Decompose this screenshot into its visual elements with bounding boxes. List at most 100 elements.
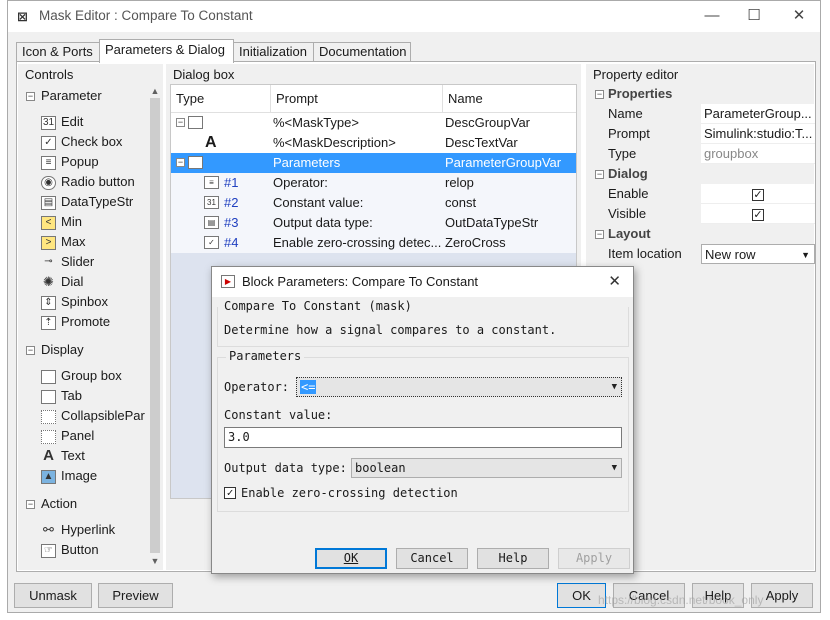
zero-crossing-checkbox[interactable]: ✓ [224,487,236,499]
control-collapsiblepanel[interactable]: CollapsiblePar [41,406,145,426]
visible-checkbox[interactable]: ✓ [752,208,764,221]
collapse-icon[interactable]: − [176,118,185,127]
control-radio-button[interactable]: ◉ Radio button [41,172,135,192]
unmask-button[interactable]: Unmask [14,583,92,608]
tab-parameters-dialog[interactable]: Parameters & Dialog [99,39,234,63]
control-panel-label: Panel [61,428,95,443]
chevron-down-icon: ▼ [801,250,810,260]
output-type-value: boolean [355,461,406,475]
prop-type-key: Type [608,146,637,161]
control-promote[interactable]: ⇡ Promote [41,312,110,332]
dialog-close-icon[interactable]: ✕ [608,272,621,290]
scrollbar-thumb[interactable] [150,98,160,553]
table-row[interactable]: A %<MaskDescription> DescTextVar [171,133,576,153]
collapsible-control-icon [41,409,56,424]
enable-checkbox[interactable]: ✓ [752,188,764,201]
constant-label: Constant value: [224,408,333,422]
control-edit[interactable]: 31 Edit [41,112,83,132]
minimize-button[interactable]: — [697,4,727,28]
checkbox-icon: ✓ [204,236,219,249]
prop-enable-value: ✓ [701,184,815,204]
prop-prompt-key: Prompt [608,126,650,141]
constant-input[interactable]: 3.0 [224,427,622,448]
collapse-icon[interactable]: − [176,158,185,167]
prop-prompt-value[interactable]: Simulink:studio:T... [701,124,815,144]
text-icon: A [205,134,217,151]
dialog-ok-label: OK [343,551,359,565]
scroll-up-icon[interactable]: ▲ [147,86,163,96]
chevron-down-icon: ▼ [611,463,617,473]
group-parameter[interactable]: − Parameter [26,88,102,103]
property-editor-heading: Property editor [593,67,679,82]
output-type-select[interactable]: boolean ▼ [351,458,622,478]
close-button[interactable]: ✕ [784,4,814,28]
group-action-label: Action [41,496,78,511]
dial-control-icon: ✺ [43,273,54,289]
column-type[interactable]: Type [171,85,271,113]
control-min-label: Min [61,214,82,229]
dialog-cancel-label: Cancel [410,551,454,565]
edit-control-icon: 31 [41,115,56,130]
prop-item-location-key: Item location [608,246,682,261]
control-image[interactable]: ▲ Image [41,466,97,486]
control-check-box[interactable]: ✓ Check box [41,132,122,152]
scroll-down-icon[interactable]: ▼ [147,556,163,566]
control-radio-button-label: Radio button [61,174,135,189]
control-min[interactable]: < Min [41,212,82,232]
table-row[interactable]: ≡ #1 Operator: relop [171,173,576,193]
collapse-icon[interactable]: − [595,170,604,180]
table-row[interactable]: ✓ #4 Enable zero-crossing detec... ZeroC… [171,233,576,253]
parameters-legend: Parameters [226,349,305,363]
tab-documentation[interactable]: Documentation [313,42,411,62]
column-name[interactable]: Name [443,85,576,113]
control-hyperlink[interactable]: ⚯ Hyperlink [41,520,115,540]
dialog-ok-button[interactable]: OK [315,548,387,569]
prop-visible-value: ✓ [701,204,815,224]
dialog-cancel-button[interactable]: Cancel [396,548,468,569]
control-panel[interactable]: Panel [41,426,94,446]
operator-select[interactable]: <= ▼ [296,377,622,397]
control-slider-label: Slider [61,254,95,269]
group-display[interactable]: − Display [26,342,84,357]
table-row[interactable]: ▤ #3 Output data type: OutDataTypeStr [171,213,576,233]
group-action[interactable]: − Action [26,496,77,511]
preview-button[interactable]: Preview [98,583,173,608]
collapse-icon[interactable]: − [595,90,604,100]
control-slider[interactable]: ⊸ Slider [41,252,94,272]
item-location-select[interactable]: New row ▼ [701,244,815,264]
control-group-box[interactable]: Group box [41,366,122,386]
control-popup[interactable]: ≡ Popup [41,152,99,172]
row-name: relop [445,175,474,190]
control-promote-label: Promote [61,314,111,329]
column-prompt[interactable]: Prompt [271,85,443,113]
dialog-help-button[interactable]: Help [477,548,549,569]
tab-initialization[interactable]: Initialization [233,42,314,62]
control-dial[interactable]: ✺ Dial [41,272,83,292]
collapse-icon[interactable]: − [26,92,35,102]
control-max[interactable]: > Max [41,232,86,252]
section-properties[interactable]: − Properties [595,86,672,101]
section-dialog[interactable]: − Dialog [595,166,648,181]
row-prompt: Operator: [273,175,328,190]
control-spinbox[interactable]: ⇕ Spinbox [41,292,108,312]
control-text-label: Text [61,448,85,463]
prop-name-value[interactable]: ParameterGroup... [701,104,815,124]
table-row-selected[interactable]: − Parameters ParameterGroupVar [171,153,576,173]
control-text[interactable]: A Text [41,446,85,466]
row-prompt: Enable zero-crossing detec... [273,235,442,250]
collapse-icon[interactable]: − [26,500,35,510]
collapse-icon[interactable]: − [26,346,35,356]
collapse-icon[interactable]: − [595,230,604,240]
section-layout[interactable]: − Layout [595,226,651,241]
control-tab[interactable]: Tab [41,386,82,406]
table-row[interactable]: 31 #2 Constant value: const [171,193,576,213]
mask-editor-icon: ⊠ [17,9,28,24]
tab-icon-ports[interactable]: Icon & Ports [16,42,100,62]
controls-scrollbar[interactable]: ▲ ▼ [147,84,163,570]
maximize-button[interactable]: ☐ [739,4,769,28]
table-row[interactable]: − %<MaskType> DescGroupVar [171,113,576,133]
title-bar: ⊠ Mask Editor : Compare To Constant — ☐ … [8,1,820,32]
control-datatypestr[interactable]: ▤ DataTypeStr [41,192,133,212]
control-button[interactable]: ☞ Button [41,540,99,560]
row-number: #2 [224,195,239,210]
